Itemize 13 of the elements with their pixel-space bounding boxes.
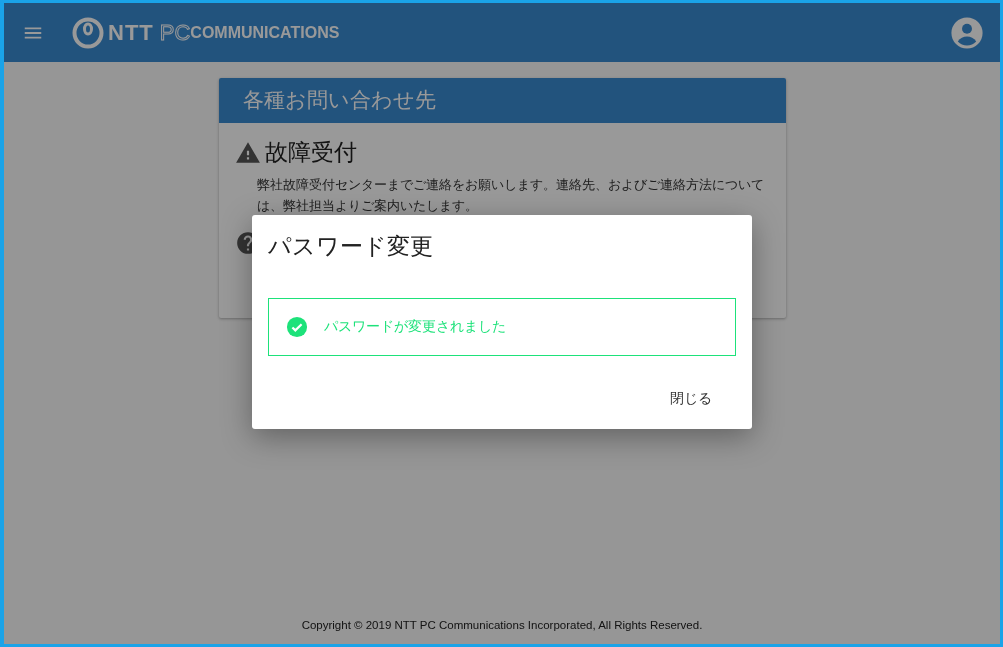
card-title: 各種お問い合わせ先	[218, 78, 786, 123]
logo-ring-icon	[72, 16, 104, 49]
logo-text: PC	[159, 21, 191, 44]
copyright-text: Copyright © 2019 NTT PC Communications Incorporated, All Rights Reserved.	[301, 619, 703, 631]
alert-text: パスワードが変更されました	[324, 318, 506, 336]
account-icon	[950, 15, 984, 50]
dialog-title: パスワード変更	[268, 232, 434, 261]
section-title: 故障受付	[264, 138, 357, 167]
check-circle-icon	[286, 316, 308, 338]
section-text: 弊社故障受付センターまでご連絡をお願いします。連絡先、およびご連絡方法については、弊社担当よりご案内いたします。	[256, 176, 765, 215]
logo-text: NTT	[108, 21, 154, 44]
close-button[interactable]: 閉じる	[660, 384, 722, 414]
logo-text: COMMUNICATIONS	[190, 24, 340, 41]
